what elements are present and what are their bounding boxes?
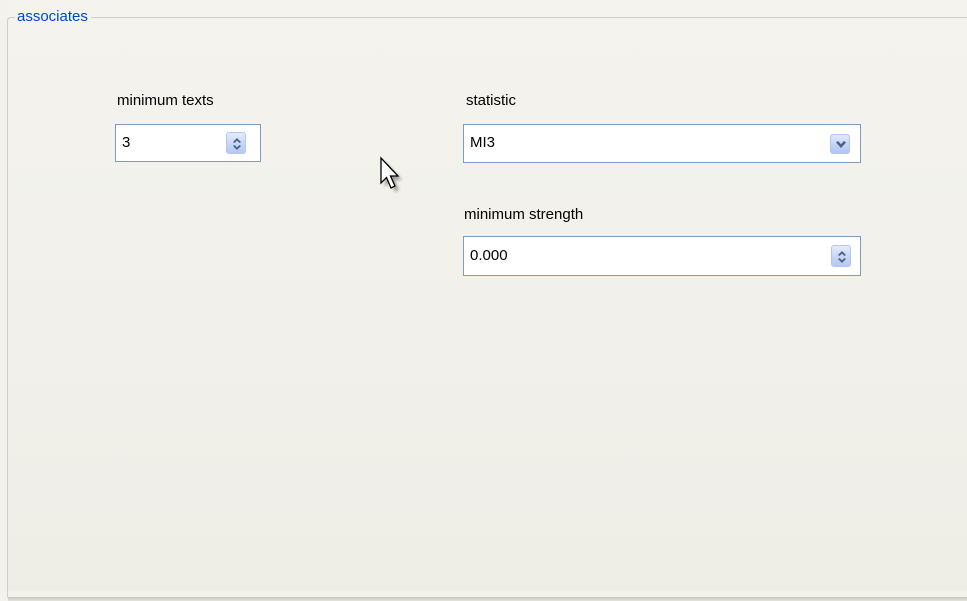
up-down-arrows-icon [838, 251, 846, 263]
minimum-strength-spinbox[interactable]: 0.000 [463, 236, 861, 276]
group-title: associates [15, 7, 91, 27]
up-down-arrows-icon [233, 138, 241, 150]
minimum-strength-label: minimum strength [464, 206, 584, 223]
statistic-dropdown[interactable]: MI3 [463, 124, 861, 163]
statistic-label: statistic [466, 92, 517, 109]
minimum-strength-value[interactable]: 0.000 [470, 237, 508, 275]
statistic-dropdown-button[interactable] [830, 134, 850, 154]
chevron-down-icon [836, 141, 846, 148]
minimum-texts-value[interactable]: 3 [122, 125, 130, 161]
mouse-pointer-icon [380, 156, 402, 192]
statistic-selected-value[interactable]: MI3 [470, 125, 495, 161]
minimum-texts-label: minimum texts [117, 92, 214, 109]
minimum-strength-spin-button[interactable] [831, 245, 851, 267]
minimum-texts-spinbox[interactable]: 3 [115, 124, 261, 162]
minimum-texts-spin-button[interactable] [226, 132, 246, 154]
panel-bottom-edge [8, 597, 967, 601]
